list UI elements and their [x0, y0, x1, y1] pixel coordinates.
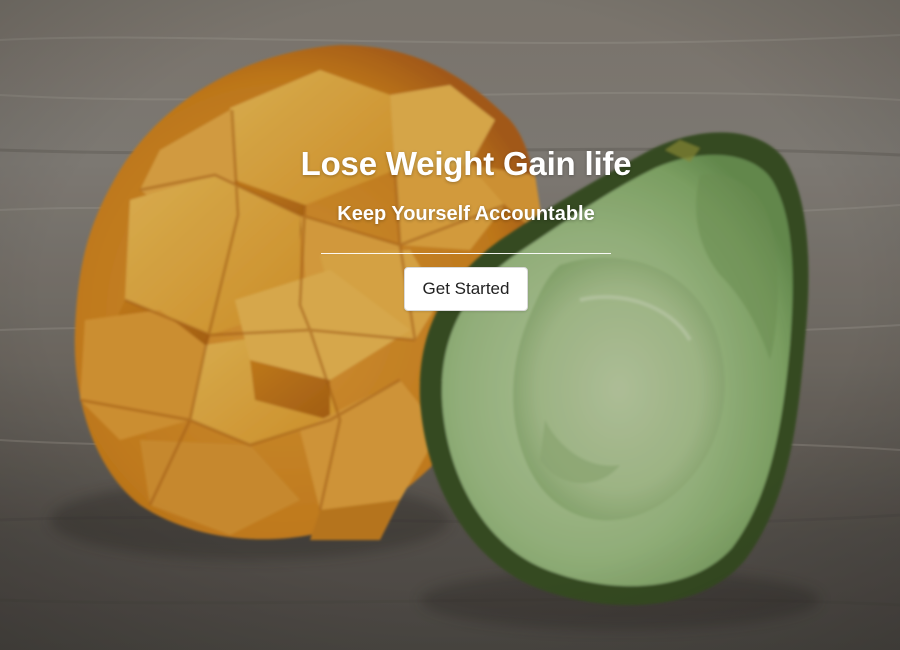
- hero-subheadline: Keep Yourself Accountable: [337, 203, 595, 225]
- hero-content: Lose Weight Gain life Keep Yourself Acco…: [0, 0, 900, 650]
- hero-divider: [321, 253, 611, 254]
- hero-headline: Lose Weight Gain life: [300, 145, 632, 182]
- hero-section: Lose Weight Gain life Keep Yourself Acco…: [0, 0, 900, 650]
- get-started-button[interactable]: Get Started: [404, 267, 528, 311]
